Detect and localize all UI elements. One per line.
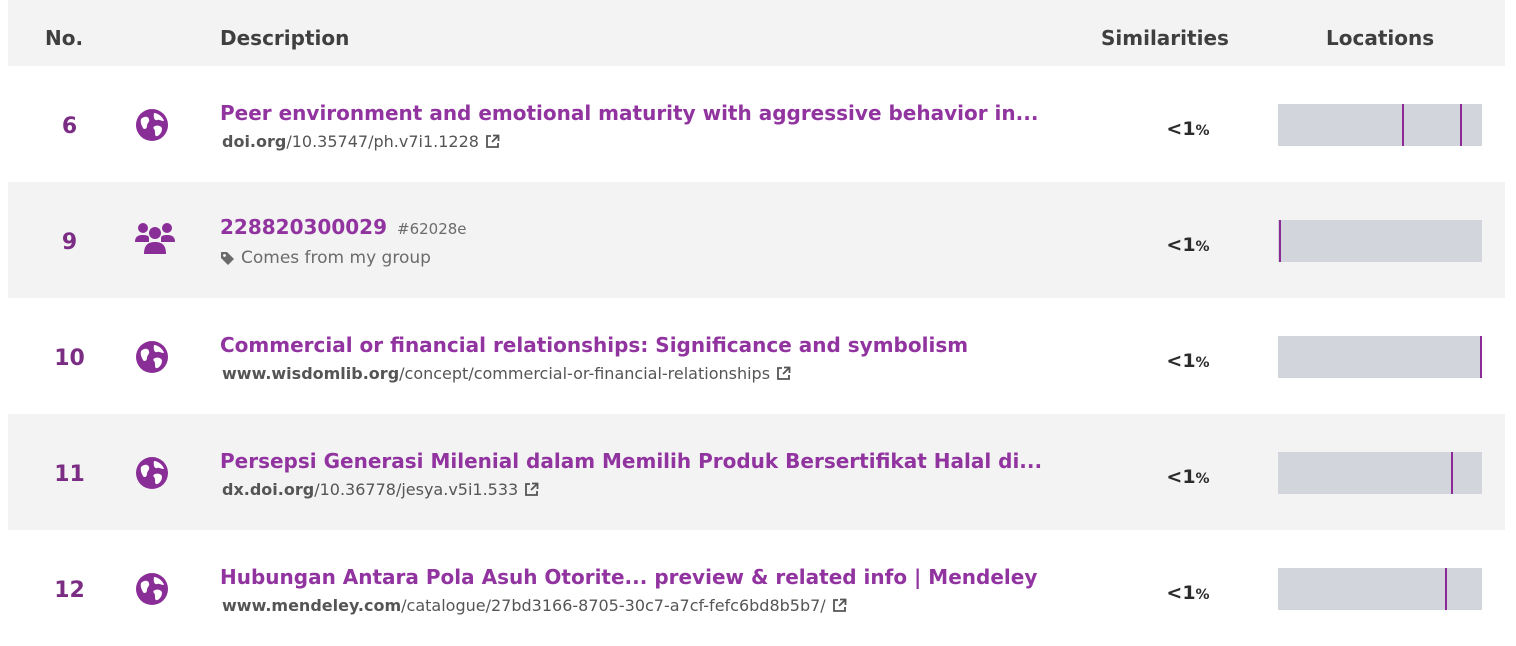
header-locations: Locations (1326, 26, 1435, 50)
row-number: 10 (54, 346, 85, 371)
similarity-value: <1% (1166, 466, 1210, 488)
globe-icon (135, 572, 169, 610)
location-marker[interactable] (1480, 336, 1482, 378)
similarity-value: <1% (1166, 582, 1210, 604)
location-marker[interactable] (1451, 452, 1453, 494)
similarity-value: <1% (1166, 118, 1210, 140)
results-table: 6 Peer environment and emotional maturit… (8, 66, 1505, 646)
external-link-icon (525, 482, 539, 496)
location-marker[interactable] (1445, 568, 1447, 610)
row-number: 6 (61, 114, 78, 139)
link-domain: dx.doi.org (222, 480, 315, 499)
source-link[interactable]: dx.doi.org/10.36778/jesya.v5i1.533 (222, 480, 539, 499)
row-number: 9 (61, 230, 78, 255)
table-row[interactable]: 6 Peer environment and emotional maturit… (8, 66, 1505, 182)
header-similarities: Similarities (1101, 26, 1229, 50)
source-title-link[interactable]: Commercial or financial relationships: S… (220, 333, 968, 357)
table-row[interactable]: 11 Persepsi Generasi Milenial dalam Memi… (8, 414, 1505, 530)
source-title-link[interactable]: Persepsi Generasi Milenial dalam Memilih… (220, 449, 1042, 473)
link-domain: www.wisdomlib.org (222, 364, 400, 383)
similarity-value: <1% (1166, 350, 1210, 372)
globe-icon (135, 340, 169, 378)
tag-icon (221, 251, 234, 265)
table-row[interactable]: 12 Hubungan Antara Pola Asuh Otorite... … (8, 530, 1505, 646)
link-domain: doi.org (222, 132, 287, 151)
source-link[interactable]: www.wisdomlib.org/concept/commercial-or-… (222, 364, 791, 383)
table-row[interactable]: 10 Commercial or financial relationships… (8, 298, 1505, 414)
location-marker[interactable] (1279, 220, 1281, 262)
location-marker[interactable] (1402, 104, 1404, 146)
external-link-icon (486, 134, 500, 148)
external-link-icon (832, 598, 847, 612)
globe-icon (135, 108, 169, 146)
table-row[interactable]: 9 228820300029 #62028e Comes from my grou… (8, 182, 1505, 298)
link-path: /concept/commercial-or-financial-relatio… (399, 364, 771, 383)
link-path: /catalogue/27bd3166-8705-30c7-a7cf-fefc6… (401, 596, 826, 615)
similarity-value: <1% (1166, 234, 1210, 256)
header-description: Description (220, 26, 350, 50)
group-icon (135, 220, 175, 260)
group-tag: Comes from my group (220, 248, 431, 268)
source-link[interactable]: www.mendeley.com/catalogue/27bd3166-8705… (222, 596, 847, 615)
location-bar[interactable] (1278, 452, 1482, 494)
table-header: No. Description Similarities Locations (8, 0, 1505, 66)
globe-icon (135, 456, 169, 494)
location-bar[interactable] (1278, 104, 1482, 146)
source-title-link[interactable]: Peer environment and emotional maturity … (220, 101, 1038, 125)
location-bar[interactable] (1278, 568, 1482, 610)
location-marker[interactable] (1460, 104, 1462, 146)
source-title-link[interactable]: 228820300029 #62028e (220, 215, 467, 239)
row-number: 12 (54, 578, 85, 603)
link-path: /10.35747/ph.v7i1.1228 (286, 132, 479, 151)
external-link-icon (777, 366, 791, 380)
link-path: /10.36778/jesya.v5i1.533 (314, 480, 519, 499)
source-title-link[interactable]: Hubungan Antara Pola Asuh Otorite... pre… (220, 565, 1037, 589)
header-no: No. (45, 26, 84, 50)
location-bar[interactable] (1278, 336, 1482, 378)
link-domain: www.mendeley.com (222, 596, 402, 615)
source-link[interactable]: doi.org/10.35747/ph.v7i1.1228 (222, 132, 500, 151)
row-number: 11 (54, 462, 85, 487)
location-bar[interactable] (1278, 220, 1482, 262)
submission-hash: #62028e (397, 220, 467, 238)
